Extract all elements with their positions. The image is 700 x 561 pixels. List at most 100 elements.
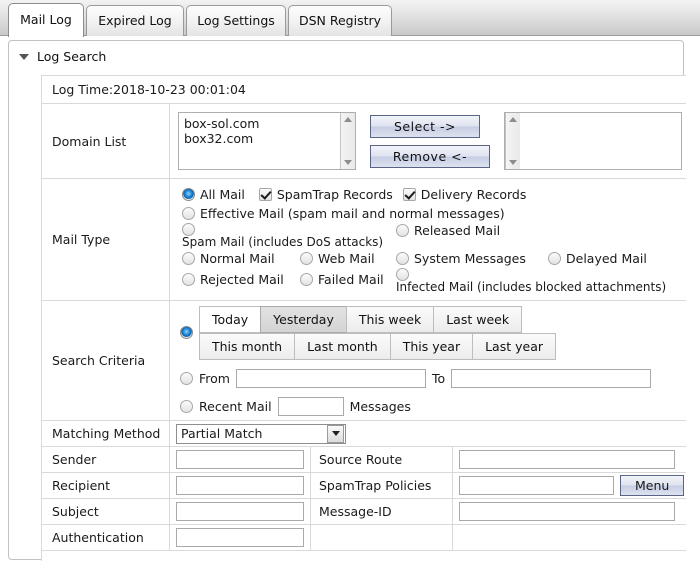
mail-type-line-4: Normal Mail Web Mail System Messages Del…: [182, 249, 688, 268]
tab-log-settings[interactable]: Log Settings: [186, 5, 286, 36]
radio-web-mail[interactable]: Web Mail: [300, 251, 396, 266]
radio-released-mail[interactable]: Released Mail: [396, 223, 500, 238]
list-item[interactable]: box-sol.com: [184, 116, 335, 131]
subject-label: Subject: [42, 499, 170, 524]
quick-button-this-year[interactable]: This year: [390, 333, 473, 360]
message-id-body: [452, 499, 686, 524]
message-id-input[interactable]: [459, 502, 675, 521]
radio-effective-mail[interactable]: Effective Mail (spam mail and normal mes…: [182, 206, 505, 221]
radio-date-range[interactable]: [180, 372, 193, 385]
domain-list-body: box-sol.com box32.com Select -> Remove <…: [170, 104, 690, 178]
chevron-down-icon[interactable]: [327, 425, 344, 443]
radio-system-messages[interactable]: System Messages: [396, 251, 548, 266]
radio-delayed-mail-label: Delayed Mail: [566, 251, 647, 266]
search-criteria-label: Search Criteria: [42, 301, 170, 420]
tab-mail-log[interactable]: Mail Log: [8, 3, 84, 37]
radio-icon[interactable]: [396, 252, 409, 265]
radio-rejected-mail[interactable]: Rejected Mail: [182, 268, 300, 290]
from-label: From: [199, 371, 230, 386]
section-title: Log Search: [37, 49, 106, 64]
selected-domains-scrollbar[interactable]: [505, 113, 520, 169]
quick-button-today[interactable]: Today: [199, 306, 261, 333]
recipient-label: Recipient: [42, 473, 170, 498]
quick-button-last-month[interactable]: Last month: [294, 333, 391, 360]
mail-type-line-2: Effective Mail (spam mail and normal mes…: [182, 204, 688, 223]
checkbox-spamtrap-records[interactable]: SpamTrap Records: [259, 187, 393, 202]
from-date-input[interactable]: [236, 369, 426, 388]
domain-list-label: Domain List: [42, 104, 170, 178]
quick-button-this-week[interactable]: This week: [346, 306, 434, 333]
checkbox-delivery-records[interactable]: Delivery Records: [403, 187, 527, 202]
spamtrap-policies-input[interactable]: [459, 476, 614, 495]
quick-button-this-month[interactable]: This month: [199, 333, 295, 360]
tab-dsn-registry[interactable]: DSN Registry: [288, 5, 392, 36]
selected-domains-listbox[interactable]: [504, 112, 682, 170]
authentication-spacer-2: [452, 525, 686, 550]
list-item[interactable]: box32.com: [184, 131, 335, 146]
radio-web-mail-label: Web Mail: [318, 251, 375, 266]
scroll-down-icon[interactable]: [509, 160, 517, 165]
domain-transfer-buttons: Select -> Remove <-: [370, 115, 490, 168]
radio-icon[interactable]: [182, 188, 195, 201]
checkbox-icon[interactable]: [403, 188, 416, 201]
spamtrap-policies-label: SpamTrap Policies: [310, 473, 452, 498]
mail-type-body: All Mail SpamTrap Records Delivery Recor…: [170, 179, 696, 300]
recent-mail-count-input[interactable]: [278, 397, 344, 416]
radio-delayed-mail[interactable]: Delayed Mail: [548, 251, 688, 266]
radio-icon[interactable]: [182, 207, 195, 220]
matching-method-select[interactable]: Partial Match: [176, 424, 346, 444]
available-domains-scrollbar[interactable]: [340, 113, 355, 169]
search-criteria-body: Today Yesterday This week Last week This…: [170, 301, 686, 420]
radio-failed-mail[interactable]: Failed Mail: [300, 268, 396, 290]
radio-quick-range[interactable]: [180, 326, 193, 339]
quick-button-yesterday[interactable]: Yesterday: [260, 306, 347, 333]
domain-list-row: Domain List box-sol.com box32.com Select…: [42, 104, 686, 179]
radio-icon[interactable]: [300, 252, 313, 265]
subject-input[interactable]: [176, 502, 304, 521]
checkbox-delivery-records-label: Delivery Records: [421, 187, 527, 202]
log-search-section-header[interactable]: Log Search: [19, 49, 106, 64]
scroll-up-icon[interactable]: [509, 117, 517, 122]
message-id-label: Message-ID: [310, 499, 452, 524]
authentication-spacer-1: [310, 525, 452, 550]
radio-icon[interactable]: [182, 273, 195, 286]
quick-button-last-week[interactable]: Last week: [433, 306, 522, 333]
radio-recent-mail[interactable]: [180, 400, 193, 413]
remove-button[interactable]: Remove <-: [370, 145, 490, 168]
quick-button-last-year[interactable]: Last year: [472, 333, 556, 360]
available-domains-listbox[interactable]: box-sol.com box32.com: [178, 112, 356, 170]
radio-icon[interactable]: [396, 268, 409, 281]
radio-released-mail-label: Released Mail: [414, 223, 500, 238]
log-search-form: Log Time:2018-10-23 00:01:04 Domain List…: [41, 75, 686, 561]
radio-normal-mail[interactable]: Normal Mail: [182, 251, 300, 266]
tab-expired-log[interactable]: Expired Log: [86, 5, 184, 36]
chevron-down-icon[interactable]: [19, 54, 29, 60]
mail-type-line-1: All Mail SpamTrap Records Delivery Recor…: [182, 185, 688, 204]
to-label: To: [432, 371, 445, 386]
radio-spam-mail[interactable]: Spam Mail (includes DoS attacks): [182, 223, 396, 249]
recipient-input[interactable]: [176, 476, 304, 495]
menu-button[interactable]: Menu: [620, 475, 684, 496]
mail-type-line-3: Spam Mail (includes DoS attacks) Release…: [182, 223, 688, 249]
radio-infected-mail[interactable]: Infected Mail (includes blocked attachme…: [396, 268, 666, 294]
radio-icon[interactable]: [548, 252, 561, 265]
radio-all-mail[interactable]: All Mail: [182, 187, 245, 202]
to-date-input[interactable]: [451, 369, 651, 388]
checkbox-icon[interactable]: [259, 188, 272, 201]
date-range-group: From To: [180, 369, 678, 388]
select-button[interactable]: Select ->: [370, 115, 480, 138]
radio-icon[interactable]: [300, 273, 313, 286]
radio-icon[interactable]: [182, 252, 195, 265]
radio-icon[interactable]: [396, 224, 409, 237]
sender-label: Sender: [42, 447, 170, 472]
authentication-row: Authentication: [42, 525, 686, 551]
scroll-up-icon[interactable]: [344, 117, 352, 122]
recipient-row: Recipient SpamTrap Policies Menu: [42, 473, 686, 499]
matching-method-value: Partial Match: [181, 426, 262, 441]
scroll-down-icon[interactable]: [344, 160, 352, 165]
sender-input[interactable]: [176, 450, 304, 469]
radio-icon[interactable]: [182, 223, 195, 236]
source-route-input[interactable]: [459, 450, 675, 469]
authentication-input[interactable]: [176, 528, 304, 547]
log-time-row: Log Time:2018-10-23 00:01:04: [42, 76, 686, 104]
